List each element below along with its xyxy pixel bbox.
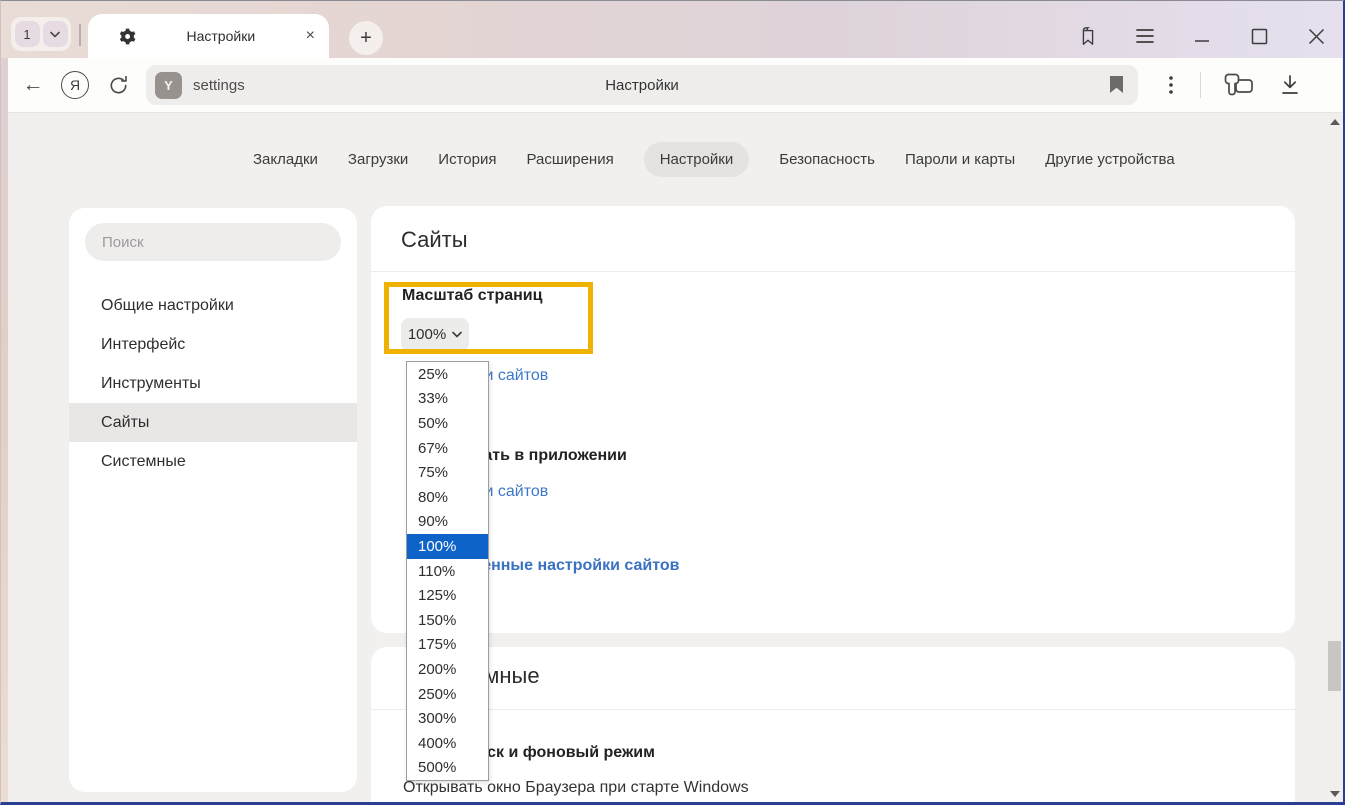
url-text[interactable]: settings (193, 77, 245, 94)
maximize-icon[interactable] (1248, 24, 1270, 48)
yandex-logo-icon[interactable]: Я (61, 71, 89, 99)
zoom-option-90[interactable]: 90% (407, 510, 488, 535)
browser-window: 1 Настройки × + (0, 0, 1345, 805)
section-divider (371, 709, 1295, 710)
zoom-option-33[interactable]: 33% (407, 387, 488, 412)
sites-section-title: Сайты (401, 227, 468, 253)
close-icon[interactable] (1305, 24, 1327, 48)
tab-strip: 1 Настройки × + (1, 1, 1343, 58)
browser-tab-settings[interactable]: Настройки × (88, 14, 329, 58)
settings-sidebar: Общие настройки Интерфейс Инструменты Са… (69, 208, 357, 792)
page-zoom-dropdown: 25% 33% 50% 67% 75% 80% 90% 100% 110% 12… (406, 361, 489, 781)
sidebar-item-system[interactable]: Системные (69, 442, 357, 481)
nav-tab-bookmarks[interactable]: Закладки (253, 151, 318, 168)
zoom-option-125[interactable]: 125% (407, 583, 488, 608)
scrollbar-thumb[interactable] (1328, 641, 1341, 691)
zoom-option-110[interactable]: 110% (407, 559, 488, 584)
nav-tab-downloads[interactable]: Загрузки (348, 151, 408, 168)
nav-tab-history[interactable]: История (438, 151, 496, 168)
zoom-option-80[interactable]: 80% (407, 485, 488, 510)
page-zoom-value: 100% (408, 326, 446, 343)
sidebar-search-input[interactable] (85, 223, 341, 261)
gear-icon (117, 27, 136, 46)
scrollbar[interactable] (1326, 113, 1343, 803)
address-bar-page-title: Настройки (146, 77, 1138, 94)
toolbar: ← Я Y settings Настройки (8, 58, 1342, 113)
address-bar[interactable]: Y settings Настройки (146, 65, 1138, 105)
zoom-option-75[interactable]: 75% (407, 460, 488, 485)
zoom-option-500[interactable]: 500% (407, 756, 488, 781)
settings-nav: Закладки Загрузки История Расширения Нас… (253, 138, 1175, 180)
tab-strip-divider (79, 24, 81, 46)
chevron-down-icon[interactable] (43, 21, 68, 47)
zoom-option-400[interactable]: 400% (407, 731, 488, 756)
tab-group-button[interactable]: 1 (11, 17, 71, 51)
sidebar-item-sites[interactable]: Сайты (69, 403, 357, 442)
zoom-option-25[interactable]: 25% (407, 362, 488, 387)
toolbar-divider (1200, 72, 1201, 98)
nav-tab-extensions[interactable]: Расширения (526, 151, 613, 168)
collections-bookmark-icon[interactable] (1077, 24, 1099, 48)
nav-tab-settings[interactable]: Настройки (644, 142, 750, 177)
system-section-card: Системные Запуск и фоновый режим Открыва… (371, 647, 1295, 805)
nav-tab-other-devices[interactable]: Другие устройства (1045, 151, 1174, 168)
zoom-option-100-selected[interactable]: 100% (407, 534, 488, 559)
sidebar-item-general[interactable]: Общие настройки (69, 286, 357, 325)
startup-option-label[interactable]: Открывать окно Браузера при старте Windo… (403, 779, 749, 797)
window-frame-left (1, 58, 8, 803)
chevron-down-icon (452, 331, 462, 338)
kebab-menu-icon[interactable] (1156, 70, 1186, 100)
sidebar-item-tools[interactable]: Инструменты (69, 364, 357, 403)
back-icon[interactable]: ← (18, 70, 48, 100)
section-divider (371, 271, 1295, 272)
scrollbar-up-icon[interactable] (1330, 119, 1340, 125)
passwords-key-icon[interactable] (1221, 70, 1259, 100)
zoom-option-200[interactable]: 200% (407, 657, 488, 682)
window-controls (1077, 22, 1327, 50)
scrollbar-down-icon[interactable] (1330, 791, 1340, 797)
zoom-option-300[interactable]: 300% (407, 706, 488, 731)
menu-icon[interactable] (1134, 24, 1156, 48)
new-tab-button[interactable]: + (349, 21, 383, 55)
zoom-option-67[interactable]: 67% (407, 436, 488, 461)
minimize-icon[interactable] (1191, 24, 1213, 48)
tab-close-icon[interactable]: × (306, 28, 315, 44)
sidebar-menu: Общие настройки Интерфейс Инструменты Са… (69, 286, 357, 481)
zoom-option-50[interactable]: 50% (407, 411, 488, 436)
bookmark-icon[interactable] (1109, 75, 1124, 94)
tab-group-count[interactable]: 1 (15, 21, 40, 47)
download-icon[interactable] (1275, 70, 1305, 100)
tab-title: Настройки (136, 28, 306, 44)
sites-section-card: Сайты Масштаб страниц 100% Настройки сай… (371, 206, 1295, 633)
nav-tab-security[interactable]: Безопасность (779, 151, 875, 168)
zoom-option-150[interactable]: 150% (407, 608, 488, 633)
zoom-option-250[interactable]: 250% (407, 682, 488, 707)
reload-icon[interactable] (103, 70, 133, 100)
zoom-option-175[interactable]: 175% (407, 633, 488, 658)
page-zoom-select[interactable]: 100% (401, 318, 469, 351)
sidebar-item-interface[interactable]: Интерфейс (69, 325, 357, 364)
nav-tab-passwords[interactable]: Пароли и карты (905, 151, 1015, 168)
site-favicon-badge: Y (155, 72, 182, 99)
page-zoom-label: Масштаб страниц (402, 287, 542, 305)
